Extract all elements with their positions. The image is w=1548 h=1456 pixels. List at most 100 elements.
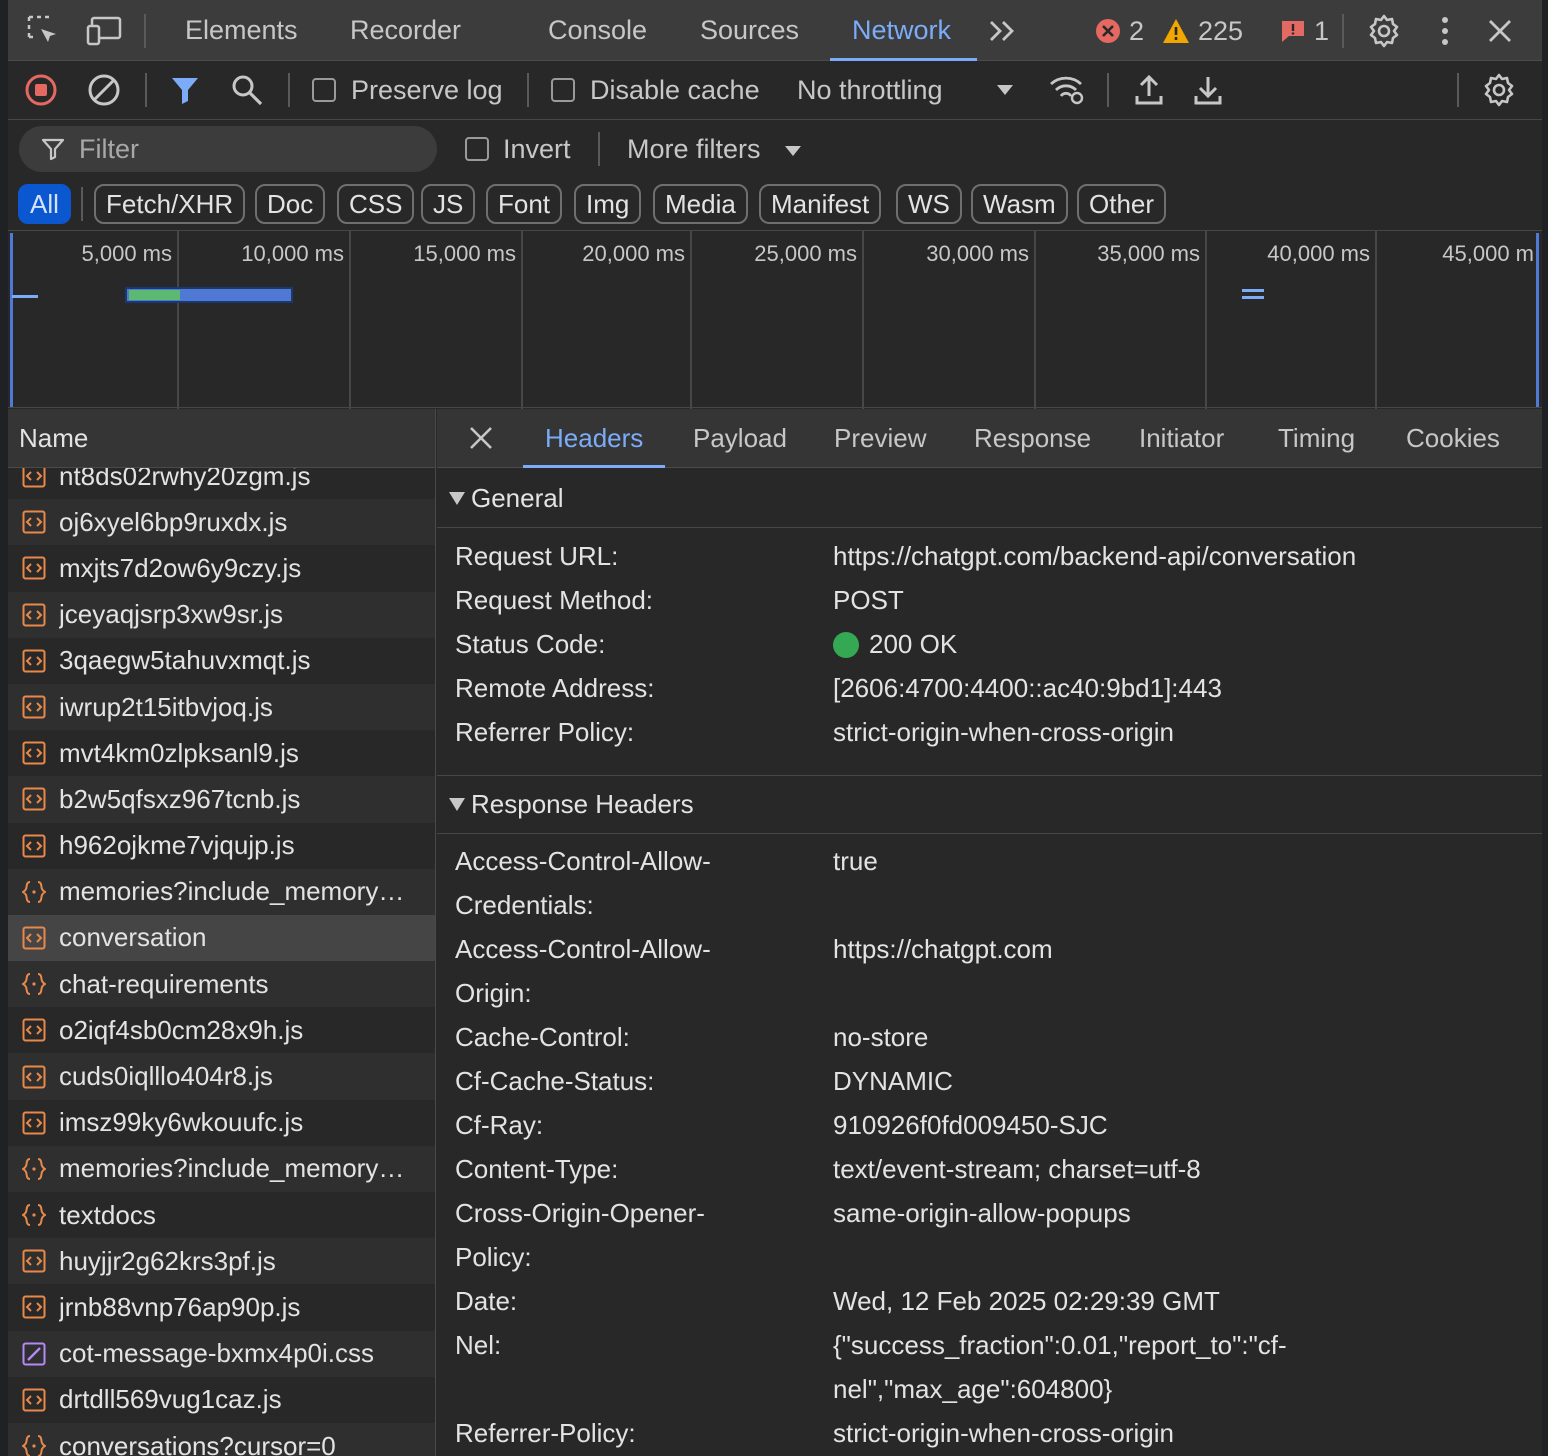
type-filter-js[interactable]: JS — [421, 184, 476, 224]
request-name: jrnb88vnp76ap90p.js — [59, 1291, 301, 1322]
close-detail-icon[interactable] — [462, 419, 500, 457]
request-row[interactable]: memories?include_memory… — [8, 1145, 435, 1192]
chevron-down-icon[interactable] — [774, 132, 812, 170]
tab-cookies[interactable]: Cookies — [1406, 409, 1500, 468]
search-icon[interactable] — [228, 71, 266, 109]
overview-tick-label: 40,000 ms — [1267, 241, 1370, 266]
overview-right-handle[interactable] — [1536, 233, 1539, 407]
filter-box[interactable] — [19, 126, 437, 172]
close-devtools-icon[interactable] — [1481, 12, 1519, 50]
error-icon — [1096, 19, 1120, 43]
request-row[interactable]: textdocs — [8, 1192, 435, 1238]
request-row[interactable]: conversations?cursor=0 — [8, 1422, 435, 1456]
invert-checkbox[interactable] — [465, 137, 489, 161]
import-har-icon[interactable] — [1130, 71, 1168, 109]
type-filter-other[interactable]: Other — [1077, 184, 1167, 224]
script-file-icon — [22, 926, 46, 950]
header-value: strict-origin-when-cross-origin — [833, 717, 1174, 747]
request-row[interactable]: oj6xyel6bp9ruxdx.js — [8, 499, 435, 546]
network-conditions-icon[interactable] — [1049, 71, 1087, 109]
issues-count: 1 — [1314, 15, 1330, 46]
general-section-header[interactable]: General — [437, 470, 1542, 528]
separator — [144, 14, 146, 48]
request-name: mxjts7d2ow6y9czy.js — [59, 552, 302, 583]
clear-log-icon[interactable] — [85, 71, 123, 109]
general-section-title: General — [471, 483, 564, 513]
type-filter-css[interactable]: CSS — [337, 184, 415, 224]
settings-gear-icon[interactable] — [1365, 12, 1403, 50]
type-filter-all[interactable]: All — [18, 184, 71, 224]
overview-gridline — [521, 231, 523, 409]
chevron-down-icon[interactable] — [986, 71, 1024, 109]
request-row[interactable]: 3qaegw5tahuvxmqt.js — [8, 638, 435, 684]
inspect-element-icon[interactable] — [24, 12, 62, 50]
network-settings-gear-icon[interactable] — [1480, 71, 1518, 109]
script-file-icon — [22, 1388, 46, 1412]
tab-payload[interactable]: Payload — [693, 409, 787, 468]
request-row[interactable]: mxjts7d2ow6y9czy.js — [8, 545, 435, 591]
tab-elements[interactable]: Elements — [185, 0, 298, 61]
request-row[interactable]: jrnb88vnp76ap90p.js — [8, 1284, 435, 1330]
preserve-log-checkbox[interactable] — [312, 78, 336, 102]
warning-count-badge[interactable]: 225 — [1162, 12, 1243, 50]
request-row[interactable]: b2w5qfsxz967tcnb.js — [8, 776, 435, 823]
throttling-select[interactable]: No throttling — [797, 61, 943, 120]
type-filter-manifest[interactable]: Manifest — [759, 184, 882, 224]
stop-recording-icon[interactable] — [22, 71, 60, 109]
type-filter-media[interactable]: Media — [653, 184, 748, 224]
more-options-icon[interactable] — [1426, 12, 1464, 50]
request-row[interactable]: memories?include_memory… — [8, 868, 435, 915]
header-value: POST — [833, 585, 904, 615]
type-filter-wasm[interactable]: Wasm — [971, 184, 1068, 224]
request-row-selected[interactable]: conversation — [8, 914, 435, 962]
filter-input[interactable] — [79, 133, 399, 165]
more-tabs-icon[interactable] — [984, 12, 1022, 50]
devtools-tabbar: Elements Recorder Console Sources Networ… — [8, 0, 1542, 61]
request-row[interactable]: cuds0iqlllo404r8.js — [8, 1053, 435, 1100]
tab-initiator[interactable]: Initiator — [1139, 409, 1224, 468]
type-filter-ws[interactable]: WS — [896, 184, 962, 224]
response-headers-section-header[interactable]: Response Headers — [437, 776, 1542, 834]
tab-console[interactable]: Console — [548, 0, 647, 61]
request-row[interactable]: jceyaqjsrp3xw9sr.js — [8, 591, 435, 638]
more-filters-button[interactable]: More filters — [627, 120, 761, 178]
script-file-icon — [22, 649, 46, 673]
request-name: imsz99ky6wkouufc.js — [59, 1107, 304, 1138]
overview-left-handle[interactable] — [10, 233, 13, 407]
request-row[interactable]: mvt4km0zlpksanl9.js — [8, 730, 435, 776]
request-row[interactable]: chat-requirements — [8, 961, 435, 1008]
separator — [1457, 73, 1459, 107]
device-toolbar-icon[interactable] — [86, 12, 124, 50]
tab-headers[interactable]: Headers — [522, 409, 666, 468]
script-file-icon — [22, 834, 46, 858]
disable-cache-checkbox[interactable] — [551, 78, 575, 102]
issues-count-badge[interactable]: 1 — [1280, 12, 1329, 50]
request-row[interactable]: drtdll569vug1caz.js — [8, 1377, 435, 1423]
name-column-header[interactable]: Name — [8, 409, 435, 468]
filter-funnel-icon[interactable] — [166, 71, 204, 109]
tab-response[interactable]: Response — [974, 409, 1091, 468]
tab-timing[interactable]: Timing — [1278, 409, 1355, 468]
header-key: Cross-Origin-Opener- Policy: — [455, 1198, 705, 1272]
network-overview-timeline[interactable]: 5,000 ms 10,000 ms 15,000 ms 20,000 ms 2… — [8, 230, 1542, 409]
tab-sources[interactable]: Sources — [700, 0, 799, 61]
overview-gridline — [1034, 231, 1036, 409]
overview-tick-label: 25,000 ms — [754, 241, 857, 266]
type-filter-font[interactable]: Font — [486, 184, 563, 224]
tab-recorder[interactable]: Recorder — [350, 0, 461, 61]
request-row[interactable]: imsz99ky6wkouufc.js — [8, 1100, 435, 1146]
tab-preview[interactable]: Preview — [834, 409, 926, 468]
request-row[interactable]: huyjjr2g62krs3pf.js — [8, 1238, 435, 1285]
type-filter-img[interactable]: Img — [574, 184, 642, 224]
header-key: Status Code: — [455, 629, 606, 659]
request-row[interactable]: o2iqf4sb0cm28x9h.js — [8, 1007, 435, 1053]
tab-network[interactable]: Network — [829, 0, 978, 61]
request-row[interactable]: h962ojkme7vjqujp.js — [8, 823, 435, 869]
request-row[interactable]: cot-message-bxmx4p0i.css — [8, 1330, 435, 1377]
filter-row: Invert More filters — [8, 120, 1542, 178]
export-har-icon[interactable] — [1189, 71, 1227, 109]
error-count-badge[interactable]: 2 — [1095, 12, 1144, 50]
type-filter-fetch-xhr[interactable]: Fetch/XHR — [94, 184, 246, 224]
request-row[interactable]: iwrup2t15itbvjoq.js — [8, 683, 435, 731]
type-filter-doc[interactable]: Doc — [255, 184, 326, 224]
